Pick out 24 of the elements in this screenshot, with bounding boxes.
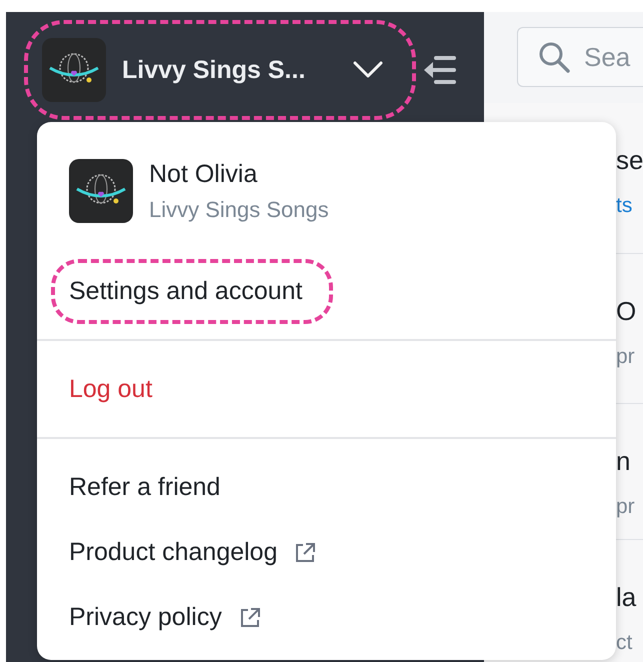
workspace-name: Livvy Sings Songs	[149, 196, 329, 222]
row-subtitle: ct	[616, 631, 634, 655]
menu-item[interactable]: Settings and account	[51, 259, 332, 324]
search-icon	[538, 41, 570, 73]
globe-logo-icon	[69, 159, 133, 223]
row-title: se	[616, 145, 643, 176]
menu-item[interactable]: Product changelog	[51, 520, 348, 585]
row-subtitle: pr	[616, 345, 636, 369]
menu-item[interactable]: Log out	[51, 357, 182, 422]
row-title: n	[616, 446, 632, 477]
row-title: la	[616, 582, 638, 613]
row-title: O	[616, 296, 638, 327]
search-input[interactable]: Sea	[582, 40, 643, 74]
row-link[interactable]: ts	[616, 194, 643, 218]
external-link-icon	[293, 540, 318, 564]
user-name: Not Olivia	[149, 160, 258, 188]
search-field[interactable]: Sea	[517, 27, 643, 87]
menu-item[interactable]: Privacy policy	[51, 585, 292, 650]
workspace-name: Livvy Sings S...	[122, 56, 306, 84]
menu-item[interactable]: Refer a friend	[51, 455, 250, 520]
collapse-sidebar-icon[interactable]	[422, 56, 456, 84]
row-subtitle: pr	[616, 495, 636, 519]
chevron-down-icon	[352, 60, 384, 80]
globe-logo-icon	[42, 38, 106, 102]
